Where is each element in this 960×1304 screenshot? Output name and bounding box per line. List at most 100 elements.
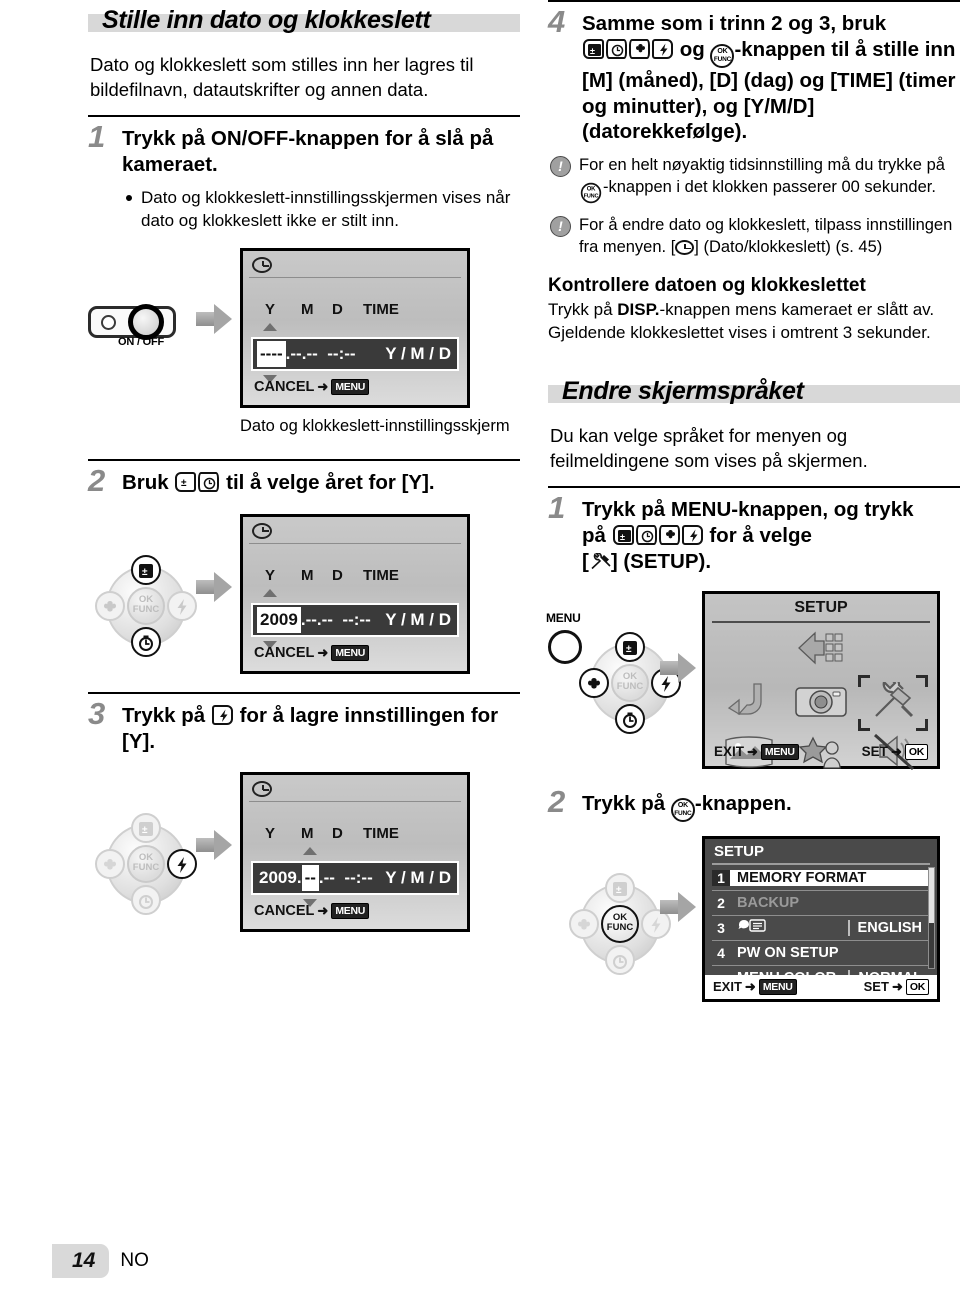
set-arrow-icon: ➜ — [890, 743, 902, 759]
setup-grid-exit-hint: EXIT ➜ MENU — [714, 743, 799, 760]
clock-icon — [675, 240, 695, 256]
clock-icon — [252, 781, 272, 798]
divider-rule-2 — [88, 459, 520, 461]
check-body-bold: DISP. — [617, 300, 660, 320]
pad-macro-button[interactable] — [95, 849, 125, 880]
step-2-number: 2 — [88, 463, 106, 498]
scrollbar-thumb[interactable] — [929, 867, 934, 923]
camera-icon[interactable] — [791, 678, 851, 727]
lcd-2-order: Y / M / D — [385, 609, 451, 629]
setup-list-exit-key: MENU — [758, 978, 797, 995]
pad-self-timer-button[interactable] — [131, 885, 161, 916]
lcd-2-hour-field: -- — [342, 609, 354, 629]
setup-list-title: SETUP — [714, 842, 765, 860]
setup-list-exit-label: EXIT — [713, 979, 742, 995]
four-way-pad-ok[interactable]: ± OK FUNC — [569, 872, 671, 975]
lcd-2-header-y: Y — [265, 566, 276, 584]
pad-self-timer-button[interactable] — [605, 944, 635, 975]
tools-icon-selected[interactable] — [858, 674, 928, 731]
step-2-illustration: ± OK FUNC Y M D TIME 2009 . -- . -- --:… — [88, 513, 520, 674]
setup-list-set-label: SET — [863, 979, 889, 995]
lang-step-2-number: 2 — [548, 783, 566, 819]
svg-text:±: ± — [590, 46, 595, 56]
lcd-1-cancel-label: CANCEL — [254, 379, 315, 396]
pad-ok-func-button[interactable]: OK FUNC — [601, 904, 639, 943]
step-4-number: 4 — [548, 4, 566, 39]
tools-icon — [588, 552, 611, 572]
pad-self-timer-button[interactable] — [131, 626, 161, 657]
pad-exposure-button[interactable]: ± — [615, 631, 645, 662]
pad-exposure-button[interactable]: ± — [131, 554, 161, 585]
setup-row-backup[interactable]: 2 BACKUP — [712, 891, 930, 916]
step-1-illustration: ON / OFF Y M D TIME ---- . -- . -- --: … — [88, 248, 520, 437]
pad-exposure-button[interactable]: ± — [605, 872, 635, 903]
lcd-2-header-d: D — [332, 566, 343, 584]
on-off-label: ON / OFF — [118, 336, 165, 349]
step-4-line1: Samme som i trinn 2 og 3, bruk — [582, 12, 887, 35]
lcd-divider — [249, 542, 461, 544]
lang-step-1-line4: ] (SETUP). — [610, 549, 712, 573]
lcd-1-date-bar: ---- . -- . -- -- : -- Y / M / D — [251, 337, 459, 372]
camera-top-view: ON / OFF — [88, 300, 180, 349]
pad-flash-button[interactable] — [167, 590, 197, 621]
pad-macro-button[interactable] — [579, 667, 609, 698]
flow-arrow-1 — [196, 304, 232, 335]
lcd-3-order: Y / M / D — [385, 868, 451, 888]
pad-ok-func-button[interactable]: OK FUNC — [127, 586, 165, 625]
lang-step-1-text: Trykk på MENU-knappen, og trykk på ± for… — [582, 497, 960, 574]
lcd-1-minute-field: -- — [344, 344, 356, 364]
row-index: 3 — [712, 919, 730, 936]
lcd-screen-2: Y M D TIME 2009 . -- . -- -- : -- Y / M … — [240, 513, 470, 674]
pad-flash-button[interactable] — [167, 849, 197, 880]
scene-icon[interactable] — [793, 732, 849, 777]
check-datetime-heading: Kontrollere datoen og klokkeslettet — [548, 275, 866, 297]
clock-icon — [252, 257, 272, 274]
pad-exposure-button[interactable]: ± — [131, 813, 161, 844]
page-footer: 14 NO — [52, 1244, 149, 1278]
lcd-1-header-y: Y — [265, 301, 276, 319]
warning-icon: ! — [550, 216, 571, 238]
back-arrow-icon[interactable] — [721, 678, 777, 727]
four-way-pad-step3[interactable]: ± OK FUNC — [95, 813, 197, 916]
setup-grid-set-hint: SET ➜ OK — [862, 743, 928, 760]
lcd-1-header-m: M — [301, 301, 314, 319]
step-3-number: 3 — [88, 695, 106, 731]
setup-row-memory-format[interactable]: 1 MEMORY FORMAT — [712, 866, 930, 891]
divider-rule-4 — [548, 486, 960, 489]
page-number: 14 — [52, 1244, 110, 1278]
pad-macro-button[interactable] — [569, 908, 599, 939]
menu-button[interactable] — [548, 629, 582, 664]
ok-func-key-icon: OK FUNC — [670, 797, 695, 822]
pad-self-timer-button[interactable] — [615, 703, 645, 734]
section-heading-date-time: Stille inn dato og klokkeslett — [88, 0, 520, 43]
lcd-2-up-arrow-icon — [263, 588, 277, 597]
lcd-1-day-field: -- — [306, 344, 318, 364]
lcd-divider — [249, 277, 461, 279]
setup-row-pw-on-setup[interactable]: 4 PW ON SETUP — [712, 941, 930, 966]
lcd-screen-1: Y M D TIME ---- . -- . -- -- : -- Y / M … — [240, 248, 470, 409]
setup-list-rows: 1 MEMORY FORMAT 2 BACKUP 3 ENGLISH 4 PW … — [712, 866, 930, 991]
setup-list-scrollbar[interactable] — [928, 866, 935, 969]
step-4: 4 Samme som i trinn 2 og 3, bruk ± og OK… — [548, 6, 960, 145]
lcd-3-cancel-label: CANCEL — [254, 903, 315, 920]
setup-row-language[interactable]: 3 ENGLISH — [712, 916, 930, 941]
ok-func-key-icon: OK FUNC — [580, 183, 602, 204]
svg-text:±: ± — [620, 532, 625, 542]
step-3: 3 Trykk på for å lagre innstillingen for… — [88, 698, 520, 755]
setup-grid-icons — [713, 626, 929, 770]
menu-cascade-icon[interactable] — [793, 626, 849, 675]
row-label: MEMORY FORMAT — [730, 869, 930, 886]
lcd-1-header-time: TIME — [363, 301, 399, 319]
page-locale: NO — [120, 1250, 149, 1271]
divider-rule-3 — [88, 691, 520, 694]
pad-ok-func-button[interactable]: OK FUNC — [611, 663, 649, 702]
row-value: ENGLISH — [847, 919, 926, 936]
lang-step-1-illustration: MENU ± OK FUNC SETUP EXIT ➜ MENU SET ➜ O… — [546, 590, 960, 770]
four-way-pad-menu[interactable]: MENU ± OK FUNC — [546, 611, 681, 734]
flash-key-icon — [681, 525, 703, 546]
four-way-pad-step2[interactable]: ± OK FUNC — [95, 554, 197, 657]
pad-macro-button[interactable] — [95, 590, 125, 621]
setup-list-exit-hint: EXIT ➜ MENU — [713, 978, 797, 995]
right-column: 4 Samme som i trinn 2 og 3, bruk ± og OK… — [546, 0, 960, 1002]
lcd-1-cancel-hint: CANCEL ➜ MENU — [254, 379, 370, 396]
